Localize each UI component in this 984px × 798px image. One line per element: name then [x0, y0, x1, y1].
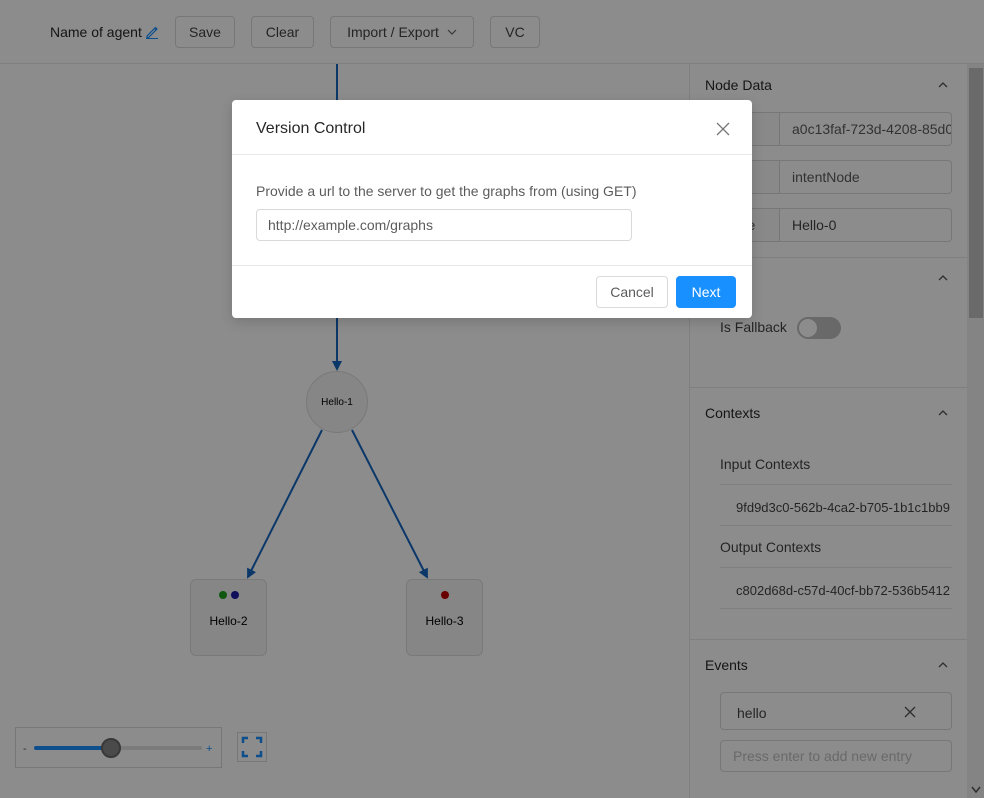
url-input[interactable]: http://example.com/graphs — [256, 209, 632, 241]
next-button[interactable]: Next — [676, 276, 736, 308]
modal-description: Provide a url to the server to get the g… — [256, 183, 637, 199]
divider — [232, 265, 752, 266]
close-icon[interactable] — [716, 122, 730, 136]
modal-title: Version Control — [256, 120, 366, 137]
version-control-modal: Version Control Provide a url to the ser… — [232, 100, 752, 318]
divider — [232, 154, 752, 155]
cancel-button[interactable]: Cancel — [596, 276, 668, 308]
